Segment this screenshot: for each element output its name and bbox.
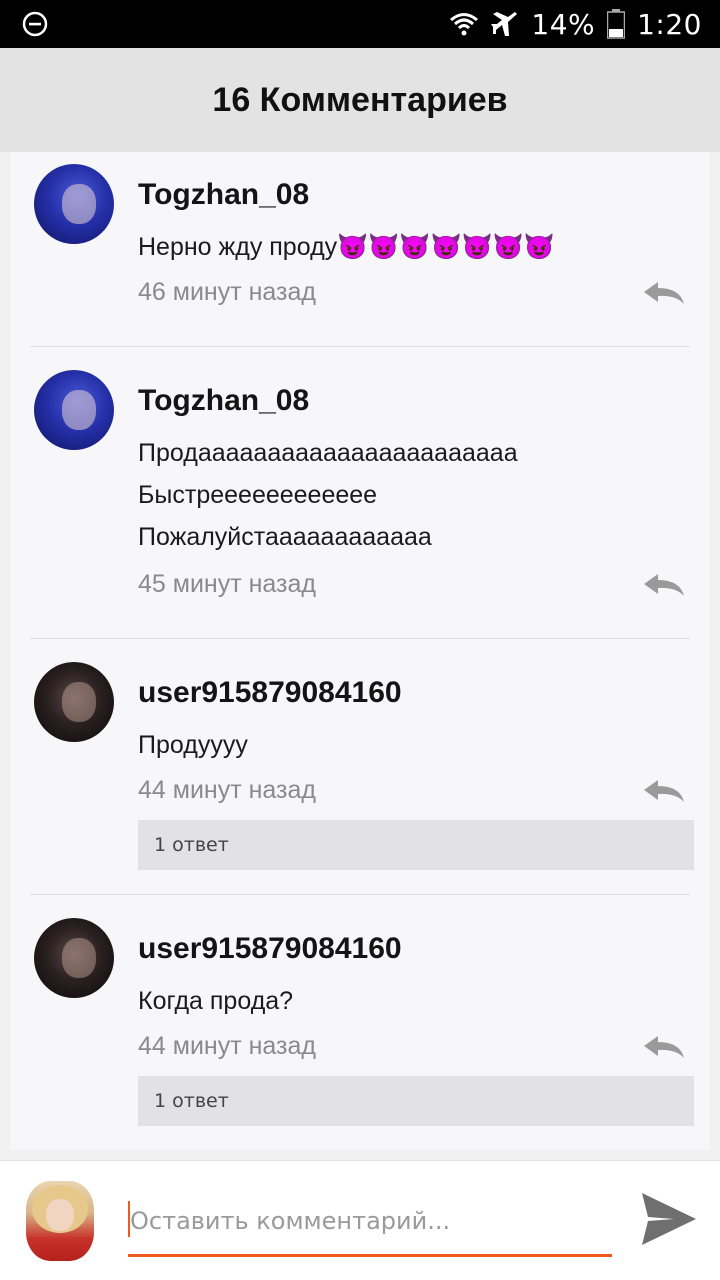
airplane-mode-icon [491,12,518,36]
reply-icon[interactable] [642,1034,686,1060]
current-user-avatar [26,1181,94,1261]
comment-item: user915879084160 Продуууу 44 минут назад… [10,650,710,894]
divider [30,346,690,347]
do-not-disturb-icon [22,11,48,37]
reply-icon[interactable] [642,280,686,306]
clock: 1:20 [637,7,702,41]
status-bar: 14% 1:20 [0,0,720,48]
comment-text: Нерно жду проду😈😈😈😈😈😈😈 [138,226,555,268]
reply-icon[interactable] [642,778,686,804]
view-replies-button[interactable]: 1 ответ [138,820,694,870]
comment-username[interactable]: Togzhan_08 [138,178,309,212]
battery-percent: 14% [531,7,596,41]
comment-text-line: Когда прода? [138,987,294,1015]
comment-text: Продааааааааааааааааааааааа Быстреееееее… [138,432,518,558]
comment-input[interactable] [130,1201,610,1241]
comment-text-line: Продааааааааааааааааааааааа [138,439,518,467]
avatar[interactable] [34,662,114,742]
battery-icon [607,9,626,39]
comment-composer [0,1160,720,1280]
comment-username[interactable]: user915879084160 [138,932,402,966]
comment-text: Продуууу [138,724,248,766]
comment-time: 46 минут назад [138,278,316,306]
comment-time: 45 минут назад [138,570,316,598]
reply-icon[interactable] [642,572,686,598]
comment-text: Когда прода? [138,980,293,1022]
comment-item: Togzhan_08 Продааааааааааааааааааааааа Б… [10,358,710,638]
send-icon[interactable] [640,1191,698,1247]
avatar[interactable] [34,918,114,998]
divider [30,894,690,895]
comment-text-line: Нерно жду проду😈😈😈😈😈😈😈 [138,233,556,261]
comment-text-line: Продуууу [138,731,248,759]
comment-list[interactable]: Togzhan_08 Нерно жду проду😈😈😈😈😈😈😈 46 мин… [10,152,710,1150]
comment-time: 44 минут назад [138,776,316,804]
comment-item: Togzhan_08 Нерно жду проду😈😈😈😈😈😈😈 46 мин… [10,152,710,346]
header: 16 Комментариев [0,48,720,152]
avatar[interactable] [34,370,114,450]
comment-text-line: Пожалуйстаааааааааааа [138,523,432,551]
comment-time: 44 минут назад [138,1032,316,1060]
comment-text-line: Быстрееееееееееее [138,481,378,509]
comment-username[interactable]: user915879084160 [138,676,402,710]
view-replies-button[interactable]: 1 ответ [138,1076,694,1126]
wifi-icon [450,13,479,36]
avatar[interactable] [34,164,114,244]
comment-input-field[interactable] [128,1201,612,1257]
comment-username[interactable]: Togzhan_08 [138,384,309,418]
comment-item: user915879084160 Когда прода? 44 минут н… [10,906,710,1150]
divider [30,638,690,639]
page-title: 16 Комментариев [212,80,508,119]
